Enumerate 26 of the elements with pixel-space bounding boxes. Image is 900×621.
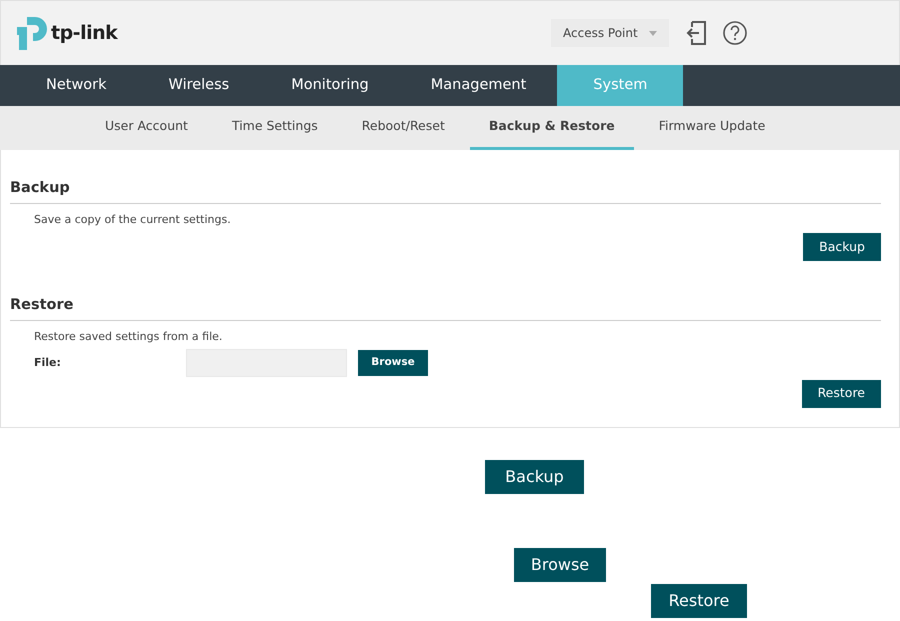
sub-tab[interactable]: Firmware Update: [640, 106, 784, 150]
sub-tab[interactable]: Backup & Restore: [470, 106, 634, 150]
sub-tab[interactable]: Reboot/Reset: [342, 106, 464, 150]
enlarged-button[interactable]: Browse: [514, 548, 606, 582]
help-icon[interactable]: [723, 21, 747, 45]
nav-tab[interactable]: Management: [400, 65, 558, 106]
sub-tab[interactable]: Time Settings: [212, 106, 337, 150]
enlarged-button[interactable]: Backup: [485, 460, 584, 494]
nav-tab[interactable]: Wireless: [138, 65, 260, 106]
logout-icon[interactable]: [685, 21, 707, 45]
file-label: File:: [34, 354, 62, 371]
restore-button[interactable]: Restore: [802, 380, 881, 408]
enlarged-button[interactable]: Restore: [651, 584, 747, 618]
logo-icon: [17, 16, 47, 50]
section-title: Backup: [10, 180, 881, 204]
description-text: Restore saved settings from a file.: [34, 329, 224, 346]
backup-button[interactable]: Backup: [803, 232, 881, 261]
sub-tab[interactable]: User Account: [86, 106, 207, 150]
nav-tab[interactable]: Monitoring: [260, 65, 400, 106]
nav-tab[interactable]: Network: [15, 65, 138, 106]
caret-icon: [649, 30, 657, 36]
mode-select[interactable]: Access Point: [551, 19, 669, 47]
logo-text: tp-link: [51, 20, 118, 46]
description-text: Save a copy of the current settings.: [34, 212, 232, 228]
browse-button[interactable]: Browse: [358, 350, 428, 376]
section-title: Restore: [10, 296, 881, 322]
